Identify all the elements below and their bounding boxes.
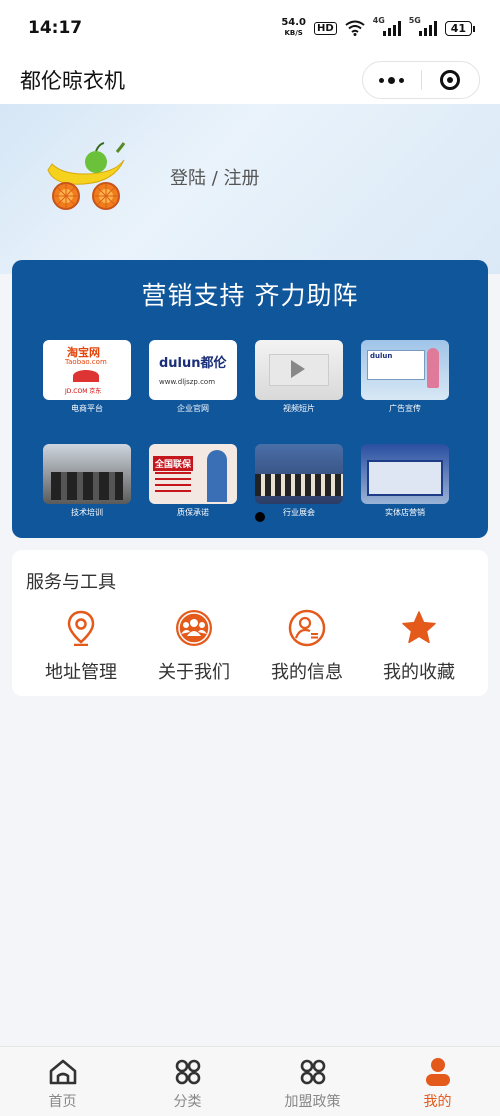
category-icon [173,1057,203,1087]
model-figure [427,348,439,388]
banner-item-advertising[interactable]: dulun 广告宣传 [361,340,449,414]
taobao-url: Taobao.com [65,358,107,366]
app-title: 都伦晾衣机 [20,69,125,93]
network-speed-value: 54.0 [281,17,307,28]
play-icon [291,360,305,378]
fruit-cart-logo [47,142,126,210]
title-bar: 都伦晾衣机 [0,56,500,104]
mini-program-capsule [362,61,480,99]
exhibition-crowd [255,474,343,496]
trainees-photo [51,472,123,500]
status-bar: 14:17 54.0 KB/S HD 4G 5G 41 [0,0,500,56]
user-icon [423,1057,453,1087]
store-thumb [361,444,449,504]
banner-item-exhibition[interactable]: 行业展会 [255,444,343,518]
status-indicators: 54.0 KB/S HD 4G 5G 41 [281,16,476,38]
carousel-indicator[interactable] [255,512,265,522]
billboard-logo: dulun [370,352,393,360]
more-button[interactable] [363,62,421,98]
banner-item-label: 实体店营销 [385,508,425,517]
signal-4g-icon: 4G [373,16,401,36]
policy-icon [298,1057,328,1087]
profile-header: 登陆 / 注册 [0,104,500,274]
tab-category[interactable]: 分类 [125,1047,250,1116]
service-about[interactable]: 关于我们 [139,608,249,684]
service-address[interactable]: 地址管理 [26,608,136,684]
star-icon [399,608,439,648]
profile-info-icon [287,608,327,648]
banner-item-warranty[interactable]: 全国联保 质保承诺 [149,444,237,518]
banner-item-label: 电商平台 [71,404,103,413]
website-url: www.dljszp.com [159,378,216,386]
tab-label: 首页 [48,1094,77,1110]
banner-item-label: 企业官网 [177,404,209,413]
marketing-banner[interactable]: 营销支持 齐力助阵 淘宝网 Taobao.com JD.COM 京东 电商平台 … [12,260,488,538]
bottom-tab-bar: 首页 分类 加盟政策 我的 [0,1046,500,1116]
banner-item-label: 技术培训 [71,508,103,517]
warranty-badge: 全国联保 [153,456,194,471]
banner-item-training[interactable]: 技术培训 [43,444,131,518]
warranty-text-lines [155,472,191,496]
more-dots-icon [379,76,405,84]
network-speed: 54.0 KB/S [281,18,306,38]
banner-item-label: 质保承诺 [177,508,209,517]
home-icon [48,1057,78,1087]
hd-icon: HD [314,21,337,35]
banner-item-label: 行业展会 [283,508,315,517]
service-label: 我的收藏 [383,662,455,683]
banner-item-store[interactable]: 实体店营销 [361,444,449,518]
ecommerce-thumb: 淘宝网 Taobao.com JD.COM 京东 [43,340,131,400]
service-my-info[interactable]: 我的信息 [252,608,362,684]
jd-mascot-icon [73,370,99,382]
close-program-button[interactable] [422,62,480,98]
banner-item-ecommerce[interactable]: 淘宝网 Taobao.com JD.COM 京东 电商平台 [43,340,131,414]
network-speed-unit: KB/S [284,29,303,37]
warranty-thumb: 全国联保 [149,444,237,504]
banner-item-label: 广告宣传 [389,404,421,413]
location-icon [61,608,101,648]
tab-label: 分类 [173,1094,202,1110]
person-figure [207,450,227,502]
services-title: 服务与工具 [26,572,116,593]
banner-item-website[interactable]: dulun都伦 www.dljszp.com 企业官网 [149,340,237,414]
banner-title: 营销支持 齐力助阵 [141,281,359,310]
login-register-link[interactable]: 登陆 / 注册 [170,164,260,190]
status-time: 14:17 [28,18,83,38]
battery-icon: 41 [444,20,476,36]
service-label: 地址管理 [45,662,117,683]
tab-home[interactable]: 首页 [0,1047,125,1116]
group-icon [174,608,214,648]
target-icon [440,70,461,90]
website-thumb: dulun都伦 www.dljszp.com [149,340,237,400]
training-thumb [43,444,131,504]
service-label: 我的信息 [271,662,343,683]
storefront-shape [367,460,443,496]
exhibition-thumb [255,444,343,504]
tab-franchise-policy[interactable]: 加盟政策 [250,1047,375,1116]
jd-logo-text: JD.COM 京东 [65,388,102,395]
banner-item-video[interactable]: 视频短片 [255,340,343,414]
signal-5g-label: 5G [408,16,421,25]
service-favorites[interactable]: 我的收藏 [364,608,474,684]
dulun-logo-text: dulun都伦 [159,356,227,371]
tab-mine[interactable]: 我的 [375,1047,500,1116]
service-label: 关于我们 [158,662,230,683]
banner-item-label: 视频短片 [283,404,315,413]
video-thumb [255,340,343,400]
services-panel: 服务与工具 地址管理 关于我们 我的信息 我的收藏 [12,550,488,696]
tab-label: 加盟政策 [284,1094,341,1110]
tab-label: 我的 [423,1094,452,1110]
signal-5g-icon: 5G [409,16,437,36]
signal-4g-label: 4G [372,16,385,25]
advertising-thumb: dulun [361,340,449,400]
wifi-icon [345,20,365,36]
